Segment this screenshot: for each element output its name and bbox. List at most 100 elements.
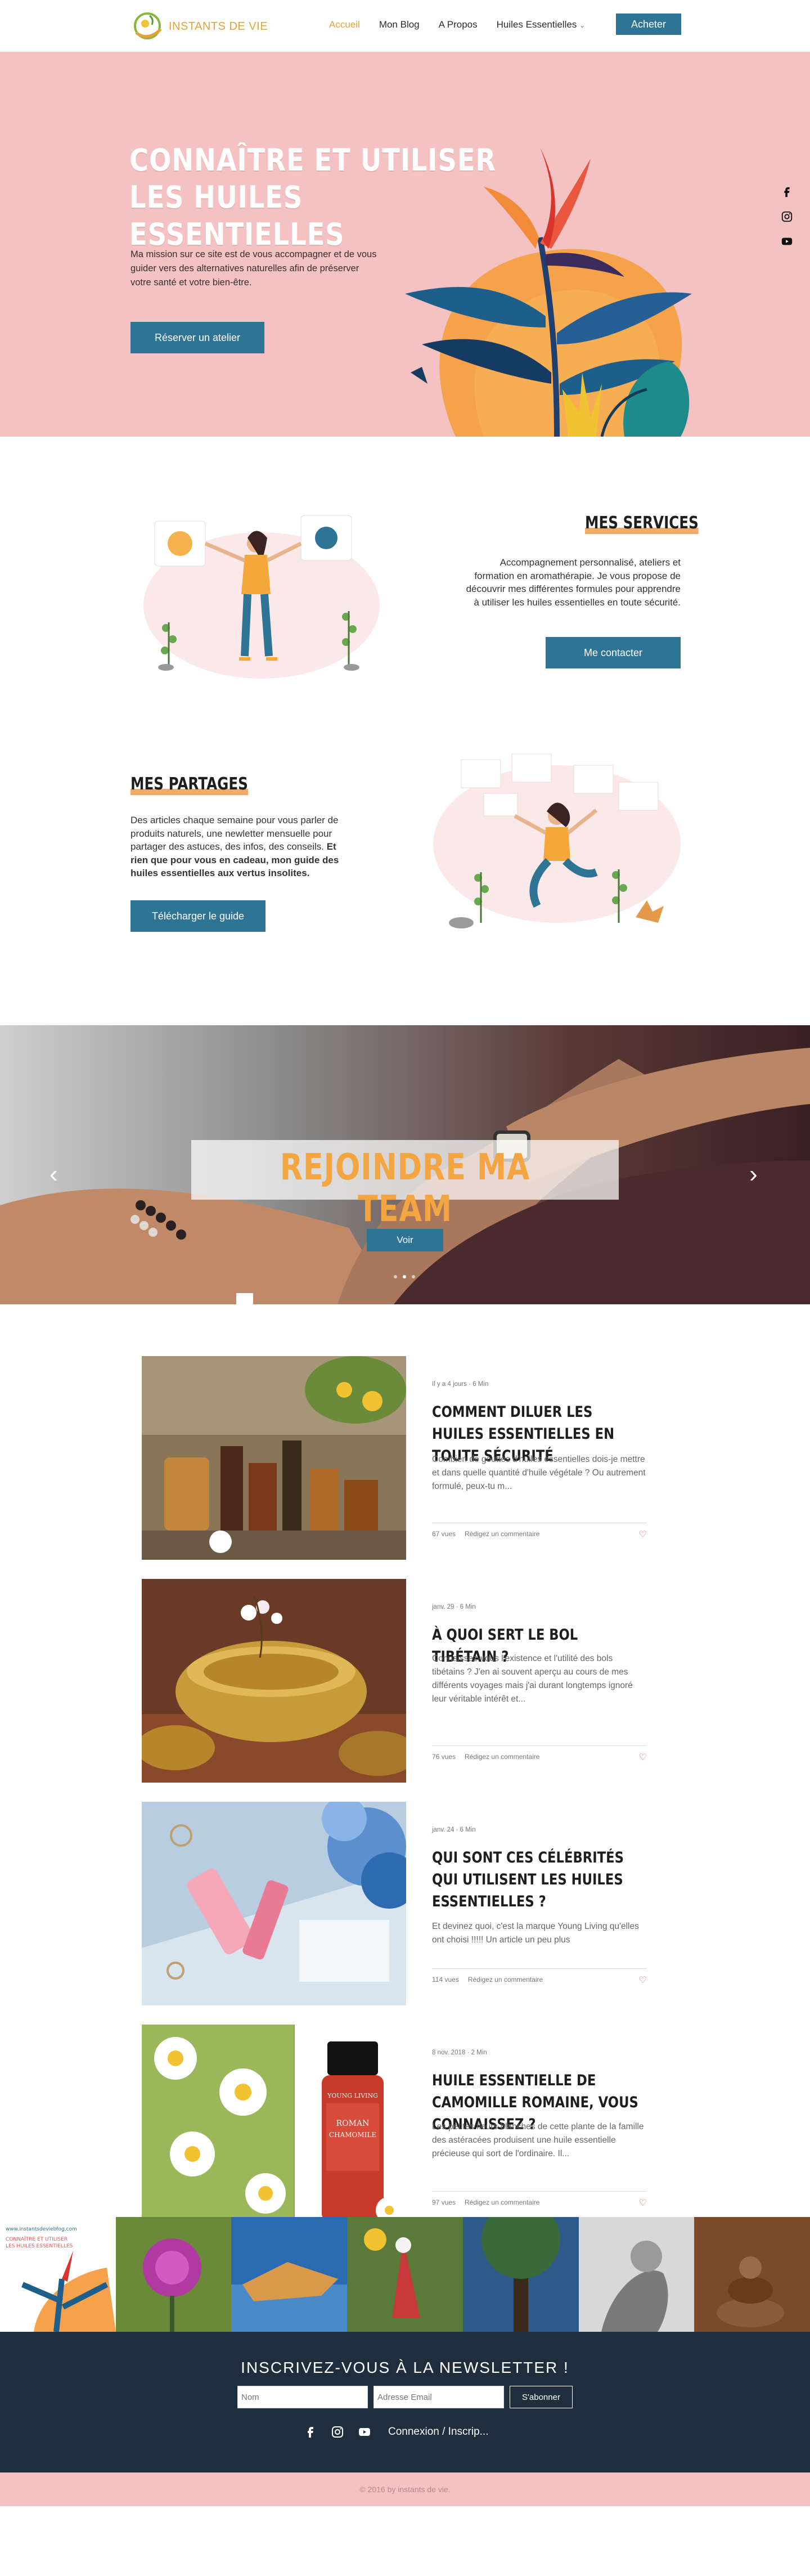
insta-tile[interactable] — [115, 2217, 232, 2332]
blog-posts-section: Il y a 4 jours · 6 Min COMMENT DILUER LE… — [0, 1304, 810, 2228]
nav-item-huiles-label: Huiles Essentielles — [496, 19, 577, 30]
svg-text:LES HUILES ESSENTIELLES: LES HUILES ESSENTIELLES — [6, 2243, 73, 2249]
post-title[interactable]: QUI SONT CES CÉLÉBRITÉS QUI UTILISENT LE… — [432, 1847, 645, 1913]
post-card[interactable]: YOUNG LIVING ROMAN CHAMOMILE 8 nov. 2018… — [142, 2025, 669, 2228]
post-comment-link[interactable]: Rédigez un commentaire — [465, 2198, 539, 2206]
post-views: 97 vues — [432, 2198, 456, 2206]
partages-title: MES PARTAGES — [130, 774, 248, 795]
services-title: MES SERVICES — [585, 513, 699, 534]
post-meta: janv. 29 · 6 Min — [432, 1604, 476, 1610]
post-meta: 8 nov. 2018 · 2 Min — [432, 2049, 487, 2056]
services-text: Accompagnement personnalisé, ateliers et… — [466, 557, 681, 608]
nav-item-blog[interactable]: Mon Blog — [379, 19, 420, 30]
post-views: 67 vues — [432, 1530, 456, 1538]
heart-icon[interactable]: ♡ — [639, 1529, 647, 1540]
footer-social: Connexion / Inscrip... — [304, 2425, 488, 2439]
instagram-icon[interactable] — [781, 210, 793, 223]
chevron-down-icon: ⌄ — [579, 21, 586, 29]
team-carousel: REJOINDRE MA TEAM Voir ‹ › — [0, 1025, 810, 1304]
hero-text: Ma mission sur ce site est de vous accom… — [130, 249, 377, 288]
post-comment-link[interactable]: Rédigez un commentaire — [468, 1976, 543, 1983]
subscribe-button[interactable]: S'abonner — [510, 2386, 573, 2408]
newsletter-name-input[interactable] — [237, 2386, 368, 2408]
site-header: INSTANTS DE VIE Accueil Mon Blog A Propo… — [0, 0, 810, 52]
post-body: janv. 29 · 6 Min À QUOI SERT LE BOL TIBÉ… — [406, 1579, 669, 1783]
youtube-icon[interactable] — [358, 2425, 371, 2439]
carousel-dot[interactable] — [394, 1275, 397, 1278]
carousel-dot[interactable] — [412, 1275, 415, 1278]
instagram-icon[interactable] — [331, 2425, 344, 2439]
newsletter-title: INSCRIVEZ-VOUS À LA NEWSLETTER ! — [241, 2359, 569, 2376]
carousel-title: REJOINDRE MA TEAM — [280, 1147, 530, 1230]
bird-of-paradise-illustration — [405, 147, 692, 437]
woman-presenting-illustration — [143, 515, 380, 679]
insta-tile[interactable] — [694, 2217, 810, 2332]
post-excerpt: Combien de gouttes d'huiles essentielles… — [432, 1455, 646, 1491]
contact-button[interactable]: Me contacter — [546, 637, 681, 668]
post-card[interactable]: janv. 29 · 6 Min À QUOI SERT LE BOL TIBÉ… — [142, 1579, 669, 1783]
woman-jumping-illustration — [433, 753, 681, 928]
hero-section: CONNAÎTRE ET UTILISER LES HUILES ESSENTIE… — [0, 52, 810, 437]
partages-text: Des articles chaque semaine pour vous pa… — [130, 814, 351, 880]
instagram-strip: www.instantsdeviebfog.com CONNAÎTRE ET U… — [0, 2217, 810, 2332]
chevron-right-icon[interactable]: › — [749, 1160, 758, 1188]
post-footer: 76 vues Rédigez un commentaire ♡ — [432, 1745, 647, 1763]
post-card[interactable]: janv. 24 · 6 Min QUI SONT CES CÉLÉBRITÉS… — [142, 1802, 669, 2005]
insta-tile[interactable]: www.instantsdeviebfog.com CONNAÎTRE ET U… — [0, 2217, 116, 2332]
heart-icon[interactable]: ♡ — [639, 2197, 647, 2209]
buy-button[interactable]: Acheter — [616, 14, 681, 35]
logo-text[interactable]: INSTANTS DE VIE — [169, 20, 268, 33]
nav-item-accueil[interactable]: Accueil — [329, 19, 360, 30]
post-excerpt: Et devinez quoi, c'est la marque Young L… — [432, 1922, 639, 1945]
hero-title-line2: LES HUILES ESSENTIELLES — [129, 179, 345, 252]
main-nav: Accueil Mon Blog A Propos Huiles Essenti… — [329, 19, 585, 30]
svg-text:CONNAÎTRE ET UTILISER: CONNAÎTRE ET UTILISER — [6, 2236, 68, 2242]
post-image-oils[interactable] — [142, 1356, 406, 1560]
book-workshop-button[interactable]: Réserver un atelier — [130, 322, 264, 353]
newsletter-email-input[interactable] — [374, 2386, 504, 2408]
download-guide-button[interactable]: Télécharger le guide — [130, 900, 266, 932]
post-footer: 97 vues Rédigez un commentaire ♡ — [432, 2191, 647, 2209]
carousel-dots — [394, 1275, 415, 1278]
svg-text:CHAMOMILE: CHAMOMILE — [329, 2131, 376, 2139]
post-image-chamomile[interactable]: YOUNG LIVING ROMAN CHAMOMILE — [142, 2025, 406, 2228]
insta-tile[interactable] — [231, 2217, 348, 2332]
post-footer: 114 vues Rédigez un commentaire ♡ — [432, 1968, 647, 1986]
partages-text-regular: Des articles chaque semaine pour vous pa… — [130, 815, 339, 852]
facebook-icon[interactable] — [304, 2425, 317, 2439]
insta-tile[interactable] — [462, 2217, 579, 2332]
facebook-icon[interactable] — [781, 186, 793, 198]
post-body: 8 nov. 2018 · 2 Min HUILE ESSENTIELLE DE… — [406, 2025, 669, 2228]
nav-item-huiles[interactable]: Huiles Essentielles ⌄ — [497, 19, 585, 30]
post-views: 76 vues — [432, 1753, 456, 1761]
logo-icon[interactable] — [130, 10, 166, 42]
post-image-lipstick[interactable] — [142, 1802, 406, 2005]
post-excerpt: Connaissez-vous l'existence et l'utilité… — [432, 1654, 633, 1704]
partages-section: MES PARTAGES Des articles chaque semaine… — [0, 731, 810, 1025]
youtube-icon[interactable] — [781, 235, 793, 248]
login-link[interactable]: Connexion / Inscrip... — [388, 2426, 488, 2438]
chevron-left-icon[interactable]: ‹ — [50, 1160, 58, 1188]
insta-tile[interactable] — [578, 2217, 695, 2332]
svg-text:ROMAN: ROMAN — [336, 2119, 370, 2128]
post-comment-link[interactable]: Rédigez un commentaire — [465, 1753, 539, 1761]
post-comment-link[interactable]: Rédigez un commentaire — [465, 1530, 539, 1538]
carousel-view-button[interactable]: Voir — [367, 1229, 443, 1251]
carousel-dot-active[interactable] — [403, 1275, 406, 1278]
post-excerpt: Les petites fleurs blanches de cette pla… — [432, 2122, 644, 2158]
heart-icon[interactable]: ♡ — [639, 1974, 647, 1986]
svg-text:www.instantsdeviebfog.com: www.instantsdeviebfog.com — [6, 2227, 77, 2232]
newsletter-footer: INSCRIVEZ-VOUS À LA NEWSLETTER ! S'abonn… — [0, 2332, 810, 2472]
post-footer: 67 vues Rédigez un commentaire ♡ — [432, 1523, 647, 1540]
heart-icon[interactable]: ♡ — [639, 1752, 647, 1763]
post-image-bowl[interactable] — [142, 1579, 406, 1783]
insta-tile[interactable] — [347, 2217, 463, 2332]
svg-text:YOUNG LIVING: YOUNG LIVING — [327, 2092, 378, 2099]
post-meta: janv. 24 · 6 Min — [432, 1826, 476, 1833]
nav-item-a-propos[interactable]: A Propos — [439, 19, 478, 30]
post-meta: Il y a 4 jours · 6 Min — [432, 1381, 489, 1388]
social-bar — [781, 186, 793, 248]
post-card[interactable]: Il y a 4 jours · 6 Min COMMENT DILUER LE… — [142, 1356, 669, 1560]
services-section: MES SERVICES Accompagnement personnalisé… — [0, 437, 810, 731]
post-body: Il y a 4 jours · 6 Min COMMENT DILUER LE… — [406, 1356, 669, 1560]
